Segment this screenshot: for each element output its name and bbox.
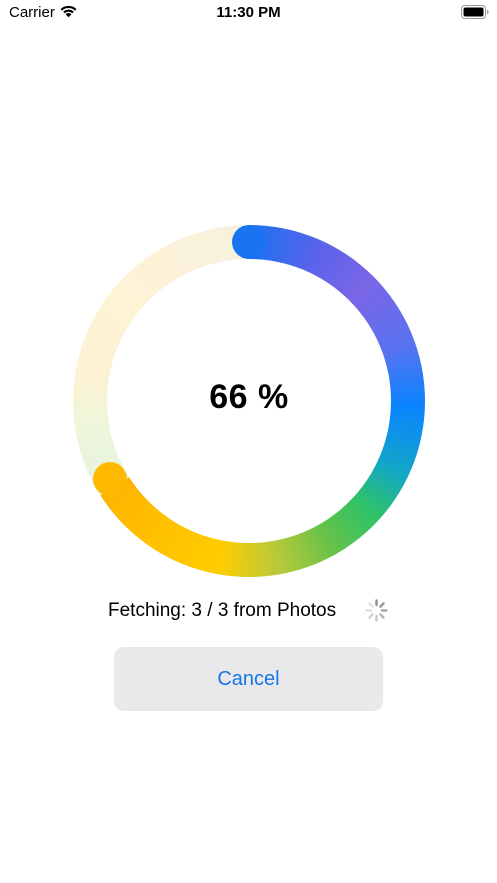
clock: 11:30 PM — [216, 4, 281, 21]
fetch-status-text: Fetching: 3 / 3 from Photos — [108, 600, 337, 621]
progress-percent-label: 66 % — [209, 378, 289, 416]
progress-ring-start-cap — [232, 225, 266, 259]
progress-ring-end-cap — [93, 462, 127, 496]
status-bar: Carrier 11:30 PM — [0, 0, 497, 28]
cancel-button[interactable]: Cancel — [114, 647, 383, 711]
fetch-status-row: Fetching: 3 / 3 from Photos — [0, 598, 497, 624]
battery-full-icon — [461, 5, 490, 19]
app-screen: Carrier 11:30 PM 66 % Fetching: 3 / 3 fr… — [0, 0, 497, 883]
activity-spinner-icon — [364, 598, 389, 623]
progress-ring: 66 % — [73, 225, 425, 577]
